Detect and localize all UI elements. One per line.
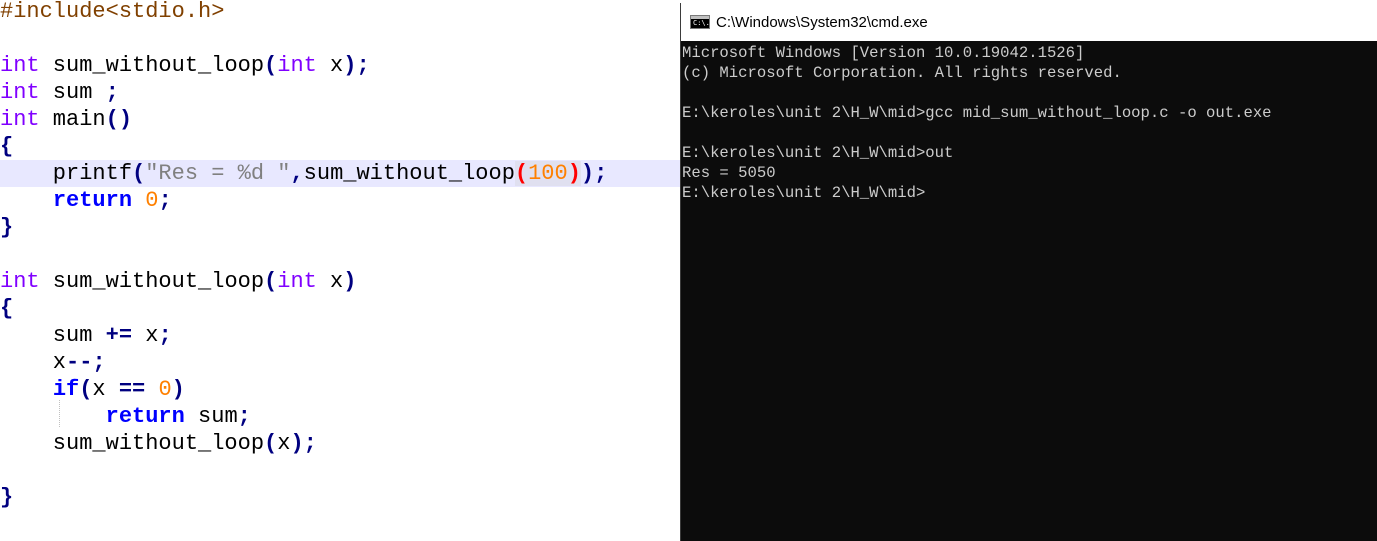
code-token: == xyxy=(118,377,146,402)
code-token: return xyxy=(52,188,133,213)
code-token: ( xyxy=(264,269,278,294)
code-token: x xyxy=(316,53,344,78)
code-token: int xyxy=(0,80,40,105)
code-line[interactable]: printf("Res = %d ",sum_without_loop(100)… xyxy=(0,160,680,187)
code-token: ( xyxy=(264,53,278,78)
code-token: ; xyxy=(105,80,119,105)
code-token: sum xyxy=(39,80,106,105)
code-token: } xyxy=(0,485,14,510)
code-token: int xyxy=(277,269,317,294)
code-line[interactable]: int sum_without_loop(int x); xyxy=(0,52,680,79)
code-token: "Res = %d " xyxy=(145,161,291,186)
code-token: x xyxy=(92,377,119,402)
code-token: --; xyxy=(66,350,106,375)
code-line[interactable]: { xyxy=(0,295,680,322)
code-token: } xyxy=(0,215,14,240)
code-line[interactable]: return sum; xyxy=(0,403,680,430)
code-token: sum xyxy=(0,323,106,348)
code-token: ( xyxy=(132,161,146,186)
code-token: ( xyxy=(79,377,93,402)
code-line[interactable] xyxy=(0,457,680,484)
code-token: printf xyxy=(0,161,133,186)
code-token: sum_without_loop xyxy=(303,161,515,186)
code-line[interactable]: { xyxy=(0,133,680,160)
code-line[interactable]: sum_without_loop(x); xyxy=(0,430,680,457)
cmd-window-icon: C:\. xyxy=(690,15,710,29)
code-line[interactable]: int main() xyxy=(0,106,680,133)
code-line[interactable]: sum += x; xyxy=(0,322,680,349)
code-token: 0 xyxy=(158,377,172,402)
code-token: 0 xyxy=(145,188,159,213)
code-token: int xyxy=(0,107,40,132)
console-line: Res = 5050 xyxy=(682,164,776,182)
code-token: () xyxy=(105,107,133,132)
console-title: C:\Windows\System32\cmd.exe xyxy=(716,13,928,31)
code-token: ( xyxy=(514,161,529,186)
code-token: x xyxy=(316,269,344,294)
code-line[interactable]: } xyxy=(0,484,680,511)
code-token: int xyxy=(0,269,40,294)
code-token: ; xyxy=(158,323,172,348)
code-editor[interactable]: #include<stdio.h> int sum_without_loop(in… xyxy=(0,0,680,541)
code-token: ) xyxy=(171,377,185,402)
code-line[interactable]: x--; xyxy=(0,349,680,376)
code-line[interactable]: return 0; xyxy=(0,187,680,214)
code-token: { xyxy=(0,296,14,321)
code-token: , xyxy=(290,161,304,186)
code-token: ; xyxy=(158,188,172,213)
code-token: sum xyxy=(184,404,238,429)
code-token: int xyxy=(277,53,317,78)
code-token: ( xyxy=(264,431,278,456)
code-token: ) xyxy=(567,161,581,186)
code-token: ); xyxy=(580,161,608,186)
code-token: x xyxy=(0,350,67,375)
code-token: 100 xyxy=(528,161,568,186)
code-token: #include<stdio.h> xyxy=(0,0,225,24)
console-line: (c) Microsoft Corporation. All rights re… xyxy=(682,64,1122,82)
code-token: ; xyxy=(237,404,251,429)
code-token: main xyxy=(39,107,106,132)
code-token: sum_without_loop xyxy=(0,431,265,456)
code-token: ); xyxy=(290,431,317,456)
code-token: += xyxy=(105,323,133,348)
console-line: Microsoft Windows [Version 10.0.19042.15… xyxy=(682,44,1085,62)
code-token: if xyxy=(52,377,80,402)
code-line[interactable]: #include<stdio.h> xyxy=(0,0,680,25)
code-line[interactable]: } xyxy=(0,214,680,241)
code-token: sum_without_loop xyxy=(39,53,265,78)
console-line: E:\keroles\unit 2\H_W\mid>gcc mid_sum_wi… xyxy=(682,104,1272,122)
code-token: x xyxy=(277,431,291,456)
code-token: return xyxy=(105,404,185,429)
code-line[interactable] xyxy=(0,241,680,268)
console-line: E:\keroles\unit 2\H_W\mid>out xyxy=(682,144,954,162)
code-token: { xyxy=(0,134,14,159)
console-window[interactable]: C:\. C:\Windows\System32\cmd.exe Microso… xyxy=(680,3,1377,541)
code-line[interactable] xyxy=(0,25,680,52)
code-token: int xyxy=(0,53,40,78)
code-line[interactable]: int sum_without_loop(int x) xyxy=(0,268,680,295)
code-token: ); xyxy=(343,53,370,78)
console-title-bar[interactable]: C:\. C:\Windows\System32\cmd.exe xyxy=(681,3,1377,41)
code-token: sum_without_loop xyxy=(39,269,265,294)
code-line[interactable]: int sum ; xyxy=(0,79,680,106)
code-line[interactable]: if(x == 0) xyxy=(0,376,680,403)
code-token: x xyxy=(132,323,159,348)
code-token: ) xyxy=(343,269,357,294)
console-line: E:\keroles\unit 2\H_W\mid> xyxy=(682,184,926,202)
